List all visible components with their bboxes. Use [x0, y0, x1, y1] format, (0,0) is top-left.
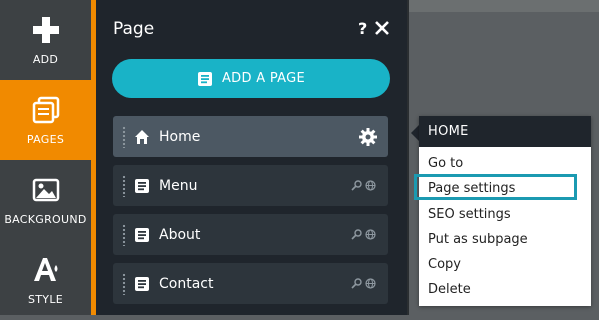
close-icon[interactable] [373, 19, 391, 37]
page-item-menu[interactable]: Menu [113, 165, 388, 206]
page-item-contact[interactable]: Contact [113, 263, 388, 304]
image-icon [32, 178, 59, 201]
pages-icon [32, 96, 59, 123]
panel-title: Page [113, 19, 155, 39]
menu-item-go-to[interactable]: Go to [428, 153, 463, 175]
page-item-label: About [159, 226, 201, 243]
page-icon [197, 71, 212, 86]
font-style-icon [33, 257, 57, 281]
drag-handle-icon[interactable] [122, 125, 126, 148]
panel-edge [407, 0, 409, 315]
home-icon [135, 129, 149, 144]
page-icon [135, 227, 149, 242]
page-item-home[interactable]: Home [113, 116, 388, 157]
context-menu-pointer [411, 125, 419, 141]
menu-item-seo-settings[interactable]: SEO settings [428, 204, 511, 226]
page-icon [135, 178, 149, 193]
menu-item-put-as-subpage[interactable]: Put as subpage [428, 229, 528, 251]
rail-item-style[interactable]: STYLE [0, 240, 91, 320]
globe-icon [365, 229, 376, 240]
menu-item-delete[interactable]: Delete [428, 279, 471, 301]
rail-item-background[interactable]: BACKGROUND [0, 160, 91, 240]
globe-icon [365, 278, 376, 289]
plus-icon [32, 16, 59, 43]
search-icon [351, 180, 362, 191]
add-page-label: ADD A PAGE [221, 71, 306, 86]
add-page-button[interactable]: ADD A PAGE [112, 59, 390, 98]
gear-icon[interactable] [358, 127, 378, 147]
page-canvas-preview [409, 0, 599, 12]
page-item-label: Menu [159, 177, 198, 194]
search-icon [351, 278, 362, 289]
drag-handle-icon[interactable] [122, 174, 126, 197]
search-icon [351, 229, 362, 240]
rail-item-label: BACKGROUND [4, 212, 87, 226]
page-item-about[interactable]: About [113, 214, 388, 255]
rail-item-label: STYLE [28, 292, 63, 306]
left-rail: ADD PAGES BACKGROUND STYLE [0, 0, 91, 315]
context-menu-title: HOME [419, 116, 591, 147]
rail-item-label: ADD [32, 52, 59, 66]
rail-item-pages[interactable]: PAGES [0, 80, 91, 160]
page-icon [135, 276, 149, 291]
rail-item-add[interactable]: ADD [0, 0, 91, 80]
page-item-label: Contact [159, 275, 214, 292]
rail-item-label: PAGES [26, 132, 65, 146]
drag-handle-icon[interactable] [122, 272, 126, 295]
globe-icon [365, 180, 376, 191]
help-button[interactable]: ? [358, 19, 367, 38]
menu-item-page-settings[interactable]: Page settings [428, 178, 515, 200]
page-panel: Page ? ADD A PAGE Home Menu About Contac… [96, 0, 407, 315]
drag-handle-icon[interactable] [122, 223, 126, 246]
page-item-label: Home [159, 128, 201, 145]
menu-item-copy[interactable]: Copy [428, 254, 461, 276]
page-context-menu: HOME Go to Page settings SEO settings Pu… [414, 116, 591, 306]
